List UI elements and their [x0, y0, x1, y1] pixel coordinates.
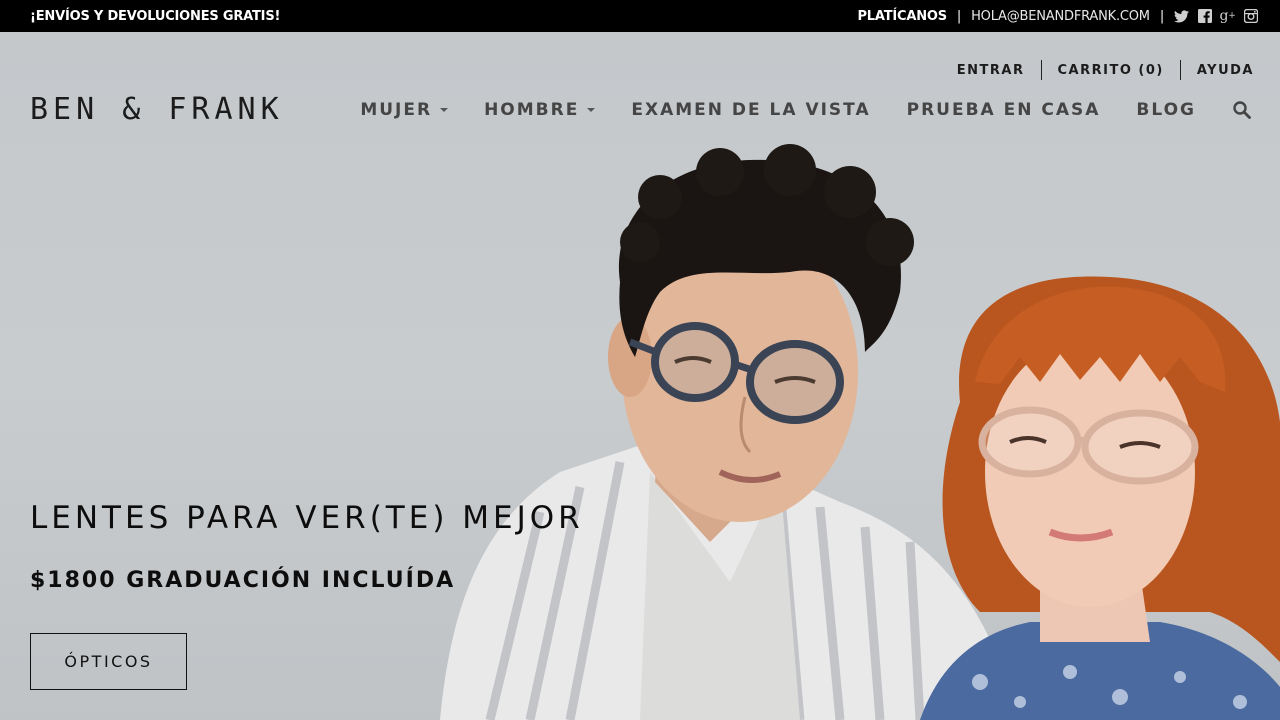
search-icon[interactable] [1232, 100, 1252, 120]
divider: | [956, 8, 962, 24]
divider: | [1159, 8, 1164, 24]
hero-price: $1800 GRADUACIÓN INCLUÍDA [30, 568, 456, 593]
utility-nav: ENTRAR CARRITO (0) AYUDA [941, 60, 1254, 80]
nav-item-hombre[interactable]: HOMBRE [484, 100, 596, 120]
brand-logo[interactable]: BEN & FRANK [30, 92, 284, 127]
contact-area: PLATÍCANOS | HOLA@BENANDFRANK.COM | g + [857, 8, 1258, 24]
nav-item-prueba-en-casa[interactable]: PRUEBA EN CASA [907, 100, 1101, 120]
chat-link[interactable]: PLATÍCANOS [857, 9, 947, 24]
nav-item-label: HOMBRE [484, 100, 580, 120]
promo-text: ¡ENVÍOS Y DEVOLUCIONES GRATIS! [30, 8, 281, 24]
nav-item-examen-de-la-vista[interactable]: EXAMEN DE LA VISTA [631, 100, 870, 120]
nav-item-label: PRUEBA EN CASA [906, 100, 1101, 120]
social-links: g + [1174, 8, 1258, 24]
caret-down-icon [587, 108, 596, 112]
nav-item-label: MUJER [360, 100, 433, 120]
nav-item-blog[interactable]: BLOG [1136, 100, 1196, 120]
nav-item-label: EXAMEN DE LA VISTA [631, 100, 871, 120]
google-plus-icon[interactable]: g + [1219, 8, 1235, 24]
announcement-bar: ¡ENVÍOS Y DEVOLUCIONES GRATIS! PLATÍCANO… [0, 0, 1280, 32]
nav-item-mujer[interactable]: MUJER [360, 100, 449, 120]
instagram-icon[interactable] [1243, 9, 1258, 24]
nav-item-label: BLOG [1136, 100, 1196, 120]
email-link[interactable]: HOLA@BENANDFRANK.COM [971, 9, 1150, 24]
opticos-button[interactable]: ÓPTICOS [30, 633, 187, 690]
hero-section: BEN & FRANK ENTRAR CARRITO (0) AYUDA MUJ… [0, 32, 1280, 720]
help-link[interactable]: AYUDA [1181, 63, 1254, 78]
twitter-icon[interactable] [1174, 9, 1189, 24]
login-link[interactable]: ENTRAR [941, 63, 1041, 78]
main-nav: MUJER HOMBRE EXAMEN DE LA VISTA PRUEBA E… [360, 100, 1252, 120]
caret-down-icon [440, 108, 449, 112]
facebook-icon[interactable] [1197, 9, 1212, 24]
cart-link[interactable]: CARRITO (0) [1042, 63, 1180, 78]
hero-headline: LENTES PARA VER(TE) MEJOR [30, 500, 584, 536]
hero-photo [440, 144, 1280, 720]
